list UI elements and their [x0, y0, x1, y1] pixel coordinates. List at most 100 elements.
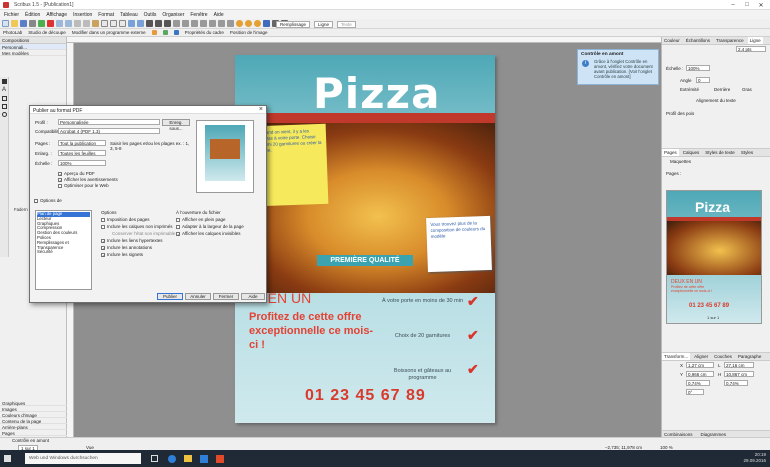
sticky-note-2[interactable]: Vous trouvez plus de la composition de c…	[426, 215, 492, 273]
shape-tool-icon[interactable]	[1, 112, 7, 117]
scale1-input[interactable]: 0,74%	[686, 380, 710, 386]
edge-icon[interactable]	[168, 454, 176, 463]
menu-tableau[interactable]: Tableau	[120, 12, 138, 18]
hidden-layers-checkbox[interactable]: ✓ Afficher les calques invisibles	[176, 231, 240, 236]
cut-studio-button[interactable]: Studio de découpe	[28, 30, 66, 35]
polygon-icon[interactable]	[137, 20, 144, 27]
frame-properties-button[interactable]: Propriétés du cadre	[185, 30, 224, 35]
spiral-icon[interactable]	[254, 20, 261, 27]
edit-text-icon[interactable]	[191, 20, 198, 27]
tab-line[interactable]: Ligne	[747, 37, 763, 44]
redo-icon[interactable]	[65, 20, 72, 27]
poster-page[interactable]: Pizza Quand on vient, il y a les pizzas …	[235, 55, 495, 423]
menu-aide[interactable]: Aide	[214, 12, 224, 18]
menu-edition[interactable]: Édition	[25, 12, 40, 18]
tooltip-body[interactable]: Grâce à l'onglet Contrôle en amont, véri…	[594, 59, 656, 79]
start-icon[interactable]	[4, 455, 11, 462]
show-warnings-checkbox[interactable]: ✓ Afficher les avertissements	[58, 177, 118, 182]
layers-icon[interactable]	[263, 20, 270, 27]
measure-icon[interactable]	[227, 20, 234, 27]
fill-dropdown[interactable]: Remplissage	[276, 21, 311, 28]
pointer-tool-icon[interactable]	[1, 79, 7, 84]
color-wheel-icon[interactable]	[236, 20, 243, 27]
annotations-checkbox[interactable]: ✓ Inclure les annotations	[101, 245, 152, 250]
imposition-checkbox[interactable]: Imposition des pages	[101, 217, 150, 222]
bookmarks-checkbox[interactable]: ✓ Inclure les signets	[101, 252, 143, 257]
close-button[interactable]: ✕	[754, 0, 768, 10]
preflight-status[interactable]: Contrôle en amont	[12, 438, 49, 443]
options-de-toggle[interactable]: – Options de	[34, 198, 62, 203]
rotate-icon[interactable]	[173, 20, 180, 27]
text-dropdown[interactable]: Texte	[337, 21, 356, 28]
paste-icon[interactable]	[92, 20, 99, 27]
line-width-input[interactable]: 2,4 pts	[736, 46, 766, 52]
page-thumbnail[interactable]: Pizza DEUX EN UN Profitez de cette offre…	[666, 190, 762, 324]
hyperlinks-checkbox[interactable]: ✓ Inclure les liens hypertextes	[101, 238, 163, 243]
link-frames-icon[interactable]	[200, 20, 207, 27]
scale2-input[interactable]: 0,74%	[724, 380, 748, 386]
poster-title[interactable]: Pizza	[313, 69, 440, 118]
close-dialog-button[interactable]: Fermer	[213, 293, 239, 300]
list-item-security[interactable]: Sécurité	[37, 250, 90, 255]
scale-input-right[interactable]: 100%	[686, 65, 710, 71]
tab-paragraph[interactable]: Paragraphe	[736, 353, 764, 360]
offer-body[interactable]: Profitez de cette offre exceptionnelle c…	[249, 310, 379, 352]
preview-pdf-checkbox[interactable]: ✓ Aperçu du PDF	[58, 171, 95, 176]
open-folder-icon[interactable]	[11, 20, 18, 27]
h-input[interactable]: 10,867 cm	[724, 371, 754, 377]
phone-number[interactable]: 01 23 45 67 89	[305, 387, 426, 405]
help-button[interactable]: Aide	[241, 293, 265, 300]
dialog-close-icon[interactable]: ×	[259, 106, 263, 113]
eyedropper-icon[interactable]	[218, 20, 225, 27]
external-editor-button[interactable]: Modifier dans un programme externe	[72, 30, 146, 35]
menu-affichage[interactable]: Affichage	[46, 12, 67, 18]
image-tool-icon[interactable]	[151, 30, 157, 35]
y-input[interactable]: 0,966 cm	[686, 371, 714, 377]
menu-organiser[interactable]: Organiser	[162, 12, 184, 18]
freehand-icon[interactable]	[164, 20, 171, 27]
line-icon[interactable]	[146, 20, 153, 27]
tab-pages[interactable]: Pages	[662, 149, 679, 156]
composition-item-templates[interactable]: Mes modèles	[0, 50, 66, 56]
feature-3[interactable]: Boissons et gâteaux au programme	[380, 368, 465, 382]
system-tray[interactable]: 20:19 29.09.2016	[743, 452, 766, 464]
save-icon[interactable]	[20, 20, 27, 27]
angle-input[interactable]: 0	[696, 77, 710, 83]
menu-fenetre[interactable]: Fenêtre	[190, 12, 207, 18]
taskbar-search[interactable]: Web und Windows durchsuchen	[25, 453, 141, 464]
cancel-button[interactable]: Annuler	[185, 293, 211, 300]
tab-layers-props[interactable]: Couches	[712, 353, 734, 360]
horizontal-ruler[interactable]	[67, 37, 661, 43]
print-icon[interactable]	[29, 20, 36, 27]
image-frame-icon[interactable]	[110, 20, 117, 27]
profile-select[interactable]: Personnalisée	[58, 119, 160, 125]
tab-align[interactable]: Aligner	[692, 353, 710, 360]
line-dropdown[interactable]: Ligne	[314, 21, 334, 28]
optimize-web-checkbox[interactable]: Optimiser pour le Web	[58, 183, 109, 188]
masters-label[interactable]: Maquettes	[670, 159, 691, 164]
menu-insertion[interactable]: Insertion	[73, 12, 92, 18]
image-position-button[interactable]: Position de l'image	[230, 30, 268, 35]
image-tool-icon-2[interactable]	[162, 30, 168, 35]
pages-select[interactable]: Tout la publication	[58, 140, 106, 146]
tab-layers[interactable]: Calques	[681, 149, 702, 156]
compat-select[interactable]: Acrobat 4 (PDF 1.3)	[58, 128, 160, 134]
rotation-input[interactable]: 0°	[686, 389, 704, 395]
tab-swatches[interactable]: Échantillons	[684, 37, 712, 44]
photolab-button[interactable]: PhotoLab	[3, 30, 22, 35]
tab-styles[interactable]: Styles	[739, 149, 755, 156]
undo-icon[interactable]	[56, 20, 63, 27]
tab-transform[interactable]: Transform...	[662, 353, 691, 360]
taskview-icon[interactable]	[151, 455, 158, 462]
table-tool-icon[interactable]	[1, 104, 7, 109]
copy-icon[interactable]	[83, 20, 90, 27]
table-icon[interactable]	[119, 20, 126, 27]
pdf-icon[interactable]	[47, 20, 54, 27]
maximize-button[interactable]: □	[740, 0, 754, 10]
save-as-button[interactable]: Enreg. sous...	[162, 119, 190, 131]
cut-icon[interactable]	[74, 20, 81, 27]
feature-1[interactable]: À votre porte en moins de 30 min	[380, 298, 465, 305]
text-frame-icon[interactable]	[101, 20, 108, 27]
scale-input[interactable]: 100%	[58, 160, 106, 166]
minimize-button[interactable]: –	[726, 0, 740, 10]
